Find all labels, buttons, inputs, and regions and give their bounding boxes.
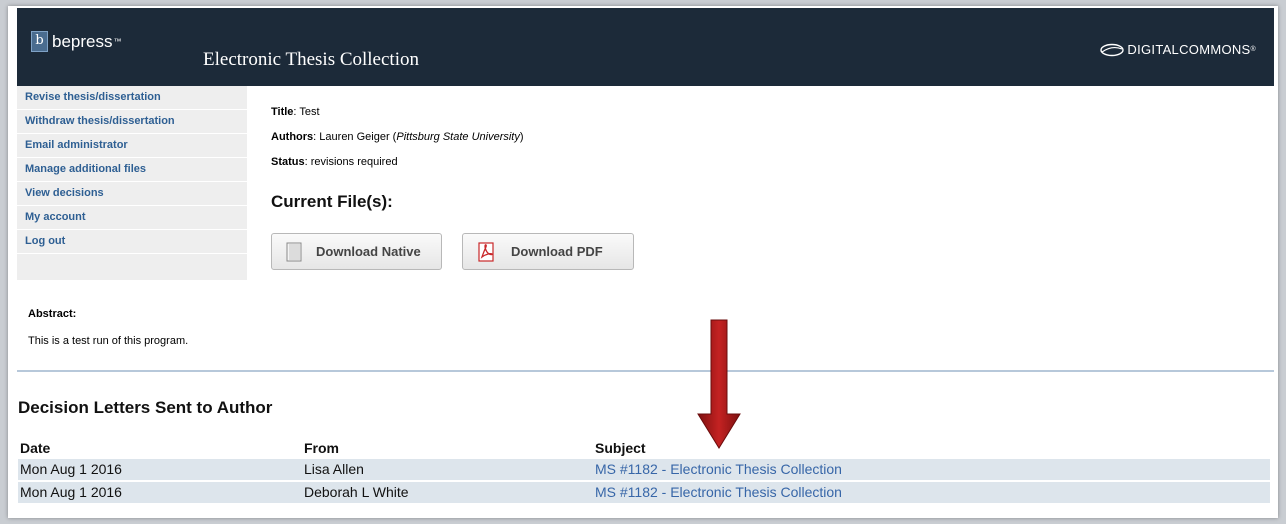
current-files-heading: Current File(s):	[271, 192, 393, 211]
author-affiliation: Pittsburg State University	[396, 131, 520, 143]
author-name: Lauren Geiger	[319, 131, 390, 143]
submission-metadata: Title: Test Authors: Lauren Geiger (Pitt…	[271, 106, 524, 181]
row-from: Deborah L White	[304, 484, 409, 500]
decision-letters-table: Date From Subject Mon Aug 1 2016 Lisa Al…	[18, 438, 1270, 505]
status-line: Status: revisions required	[271, 156, 398, 168]
column-header-from: From	[304, 440, 339, 456]
header-bar: b bepress ™ Electronic Thesis Collection …	[17, 8, 1274, 86]
column-header-date: Date	[20, 440, 51, 456]
sidebar-item-manage-files[interactable]: Manage additional files	[17, 158, 247, 182]
digital-commons-logo: DIGITALCOMMONS ®	[1100, 42, 1256, 57]
title-label: Title	[271, 106, 294, 118]
sidebar-item-withdraw[interactable]: Withdraw thesis/dissertation	[17, 110, 247, 134]
page-frame: b bepress ™ Electronic Thesis Collection …	[8, 6, 1278, 518]
title-value: Test	[299, 106, 320, 118]
status-value: revisions required	[310, 156, 398, 168]
status-label: Status	[271, 156, 305, 168]
authors-label: Authors	[271, 131, 314, 143]
table-row: Mon Aug 1 2016 Lisa Allen MS #1182 - Ele…	[18, 459, 1270, 480]
down-arrow-annotation	[697, 319, 741, 449]
abstract-heading: Abstract:	[28, 308, 77, 320]
section-divider	[17, 370, 1274, 372]
sidebar-item-my-account[interactable]: My account	[17, 206, 247, 230]
download-native-label: Download Native	[316, 244, 421, 259]
row-subject-link[interactable]: MS #1182 - Electronic Thesis Collection	[595, 461, 842, 477]
sidebar-item-revise[interactable]: Revise thesis/dissertation	[17, 86, 247, 110]
title-line: Title: Test	[271, 106, 320, 118]
download-pdf-label: Download PDF	[511, 244, 603, 259]
bepress-logo[interactable]: b bepress ™	[31, 31, 121, 52]
document-icon	[286, 242, 302, 262]
table-row: Mon Aug 1 2016 Deborah L White MS #1182 …	[18, 482, 1270, 503]
digital-commons-registered: ®	[1250, 46, 1256, 53]
row-date: Mon Aug 1 2016	[20, 484, 122, 500]
decision-letters-heading: Decision Letters Sent to Author	[18, 398, 273, 417]
digital-commons-swoosh-icon	[1100, 43, 1125, 56]
authors-line: Authors: Lauren Geiger (Pittsburg State …	[271, 131, 524, 143]
sidebar-item-view-decisions[interactable]: View decisions	[17, 182, 247, 206]
abstract-text: This is a test run of this program.	[28, 335, 189, 347]
row-date: Mon Aug 1 2016	[20, 461, 122, 477]
pdf-icon	[477, 241, 497, 262]
table-header-row: Date From Subject	[18, 438, 1270, 459]
bepress-logo-text: bepress	[52, 31, 113, 51]
bepress-trademark: ™	[113, 37, 122, 46]
sidebar-item-email-admin[interactable]: Email administrator	[17, 134, 247, 158]
bepress-logo-mark: b	[31, 31, 48, 52]
download-pdf-button[interactable]: Download PDF	[462, 233, 634, 270]
digital-commons-text: DIGITALCOMMONS	[1127, 42, 1251, 57]
sidebar-nav: Revise thesis/dissertation Withdraw thes…	[17, 86, 247, 280]
row-from: Lisa Allen	[304, 461, 364, 477]
download-native-button[interactable]: Download Native	[271, 233, 442, 270]
site-title: Electronic Thesis Collection	[203, 49, 419, 70]
row-subject-link[interactable]: MS #1182 - Electronic Thesis Collection	[595, 484, 842, 500]
sidebar-item-log-out[interactable]: Log out	[17, 230, 247, 254]
